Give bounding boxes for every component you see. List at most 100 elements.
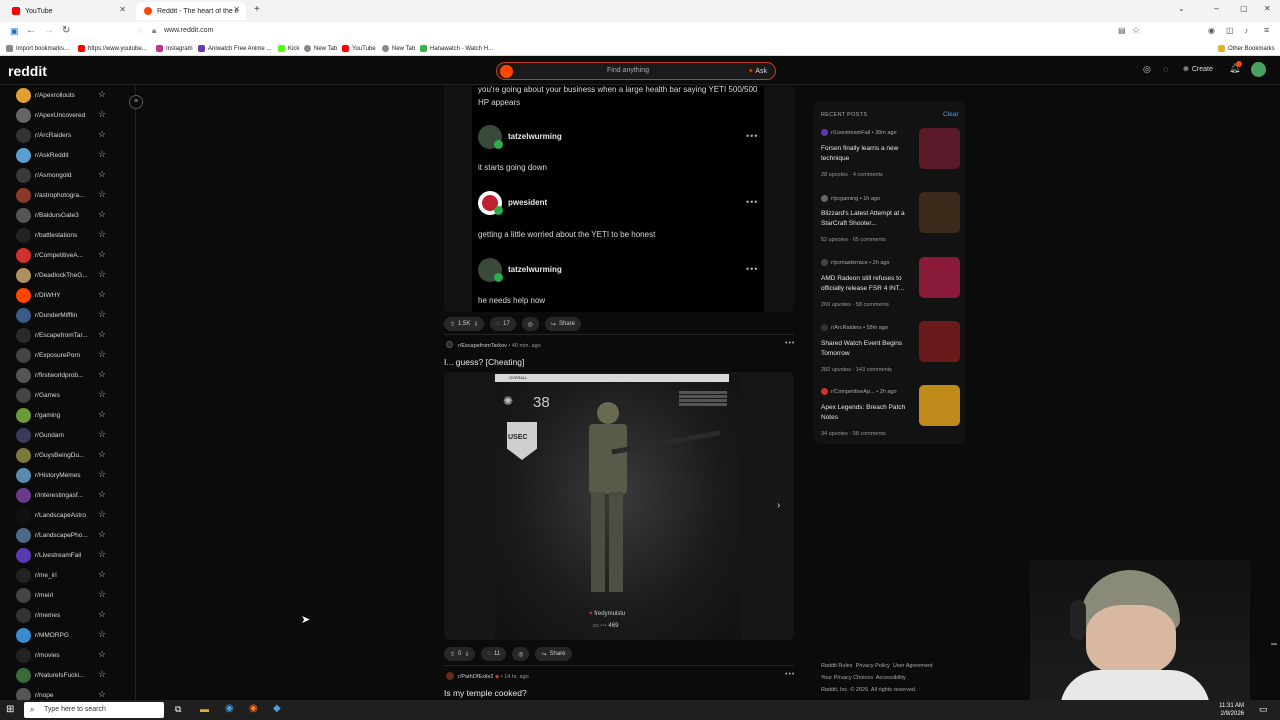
share-button[interactable]: ↪ Share (544, 317, 581, 331)
star-icon[interactable]: ☆ (98, 149, 106, 160)
recent-post-title[interactable]: Apex Legends: Breach Patch Notes (821, 403, 913, 422)
bookmark-item[interactable]: Instagram (156, 45, 193, 52)
recent-post-title[interactable]: Forsen finally learns a new technique (821, 144, 913, 163)
star-icon[interactable]: ☆ (98, 329, 106, 340)
sidebar-item-askreddit[interactable]: r/AskReddit ☆ (16, 146, 128, 164)
windows-start-icon[interactable]: ⊞ (6, 704, 14, 715)
create-button[interactable]: ⊕ Create (1183, 65, 1213, 74)
more-icon[interactable]: ••• (785, 671, 795, 678)
recent-post-title[interactable]: Shared Watch Event Begins Tomorrow (821, 339, 913, 358)
sidebar-item-diwhy[interactable]: r/DIWHY ☆ (16, 286, 128, 304)
upvote-icon[interactable]: ⇧ (450, 321, 455, 328)
app-icon[interactable]: ◆ (273, 703, 281, 714)
reddit-logo[interactable]: reddit (8, 63, 47, 79)
footer-link[interactable]: Your Privacy Choices (821, 675, 873, 681)
star-icon[interactable]: ☆ (98, 109, 106, 120)
sidebar-item-memes[interactable]: r/memes ☆ (16, 606, 128, 624)
scrollbar-thumb[interactable]: ▬ (1271, 641, 1279, 649)
award-button[interactable]: ◎ (512, 647, 530, 661)
star-icon[interactable]: ☆ (98, 529, 106, 540)
tab-youtube[interactable]: YouTube ✕ (4, 2, 132, 20)
sidebar-item-arcraiders[interactable]: r/ArcRaiders ☆ (16, 126, 128, 144)
sidebar-item-dundermifflin[interactable]: r/DunderMifflin ☆ (16, 306, 128, 324)
close-window-icon[interactable]: ✕ (1264, 4, 1271, 13)
tab-list-icon[interactable]: ⌄ (1178, 4, 1185, 13)
recent-post-thumbnail[interactable] (919, 257, 960, 298)
sidebar-item-deadlock[interactable]: r/DeadlockTheG... ☆ (16, 266, 128, 284)
star-icon[interactable]: ☆ (98, 649, 106, 660)
star-icon[interactable]: ☆ (98, 449, 106, 460)
bookmark-item[interactable]: New Tab (382, 45, 415, 52)
footer-link[interactable]: Reddit Rules (821, 663, 853, 669)
sidebar-item-nope[interactable]: r/nope ☆ (16, 686, 128, 700)
star-icon[interactable]: ☆ (98, 689, 106, 700)
search-input[interactable]: Find anything ✦ Ask (496, 62, 776, 80)
bookmark-item[interactable]: Kick (278, 45, 299, 52)
star-icon[interactable]: ☆ (98, 289, 106, 300)
file-explorer-icon[interactable]: ▬ (200, 704, 209, 714)
footer-link[interactable]: Privacy Policy (856, 663, 890, 669)
collapse-sidebar-button[interactable]: ≡ (129, 95, 143, 109)
sidebar-item-guysbeingdudes[interactable]: r/GuysBeingDu... ☆ (16, 446, 128, 464)
post-image[interactable]: you're going about your business when a … (444, 85, 794, 312)
sidebar-item-competitiveapex[interactable]: r/CompetitiveA... ☆ (16, 246, 128, 264)
bookmark-item[interactable]: YouTube (342, 45, 376, 52)
sidebar-item-historymemes[interactable]: r/HistoryMemes ☆ (16, 466, 128, 484)
sidebar-toggle-icon[interactable]: ▣ (10, 26, 19, 37)
star-icon[interactable]: ☆ (98, 249, 106, 260)
star-icon[interactable]: ☆ (98, 349, 106, 360)
star-icon[interactable]: ☆ (98, 89, 106, 100)
star-icon[interactable]: ☆ (98, 589, 106, 600)
post-subreddit[interactable]: r/PathOfExile2 (458, 674, 493, 680)
bookmark-item[interactable]: New Tab (304, 45, 337, 52)
sidebar-item-astrophotography[interactable]: r/astrophotogra... ☆ (16, 186, 128, 204)
footer-link[interactable]: User Agreement (893, 663, 933, 669)
shield-icon[interactable]: ◌ (138, 26, 143, 35)
bookmark-item[interactable]: https://www.youtube... (78, 45, 147, 52)
maximize-icon[interactable]: ▢ (1240, 4, 1248, 13)
sidebar-item-landscapeastro[interactable]: r/LandscapeAstro ☆ (16, 506, 128, 524)
recent-post-thumbnail[interactable] (919, 385, 960, 426)
pocket-icon[interactable]: ◉ (1208, 26, 1215, 35)
star-icon[interactable]: ☆ (98, 169, 106, 180)
sidebar-item-livestreamfail[interactable]: r/LivestreamFail ☆ (16, 546, 128, 564)
sidebar-item-interestingasfuck[interactable]: r/interestingasf... ☆ (16, 486, 128, 504)
star-icon[interactable]: ☆ (98, 669, 106, 680)
sidebar-item-games[interactable]: r/Games ☆ (16, 386, 128, 404)
sidebar-item-escapefromtarkov[interactable]: r/EscapefromTar... ☆ (16, 326, 128, 344)
sidebar-item-asmongold[interactable]: r/Asmongold ☆ (16, 166, 128, 184)
star-icon[interactable]: ☆ (98, 389, 106, 400)
sidebar-item-movies[interactable]: r/movies ☆ (16, 646, 128, 664)
star-icon[interactable]: ☆ (98, 609, 106, 620)
recent-post-thumbnail[interactable] (919, 321, 960, 362)
sidebar-item-meirl[interactable]: r/meirl ☆ (16, 586, 128, 604)
chrome-icon[interactable]: ◉ (225, 703, 234, 714)
post-subreddit[interactable]: r/EscapefromTarkov (458, 343, 507, 349)
star-icon[interactable]: ☆ (98, 129, 106, 140)
star-icon[interactable]: ☆ (98, 469, 106, 480)
comments-button[interactable]: ◌ 17 (490, 317, 516, 331)
star-icon[interactable]: ☆ (98, 229, 106, 240)
lock-icon[interactable]: 🔒︎ (152, 26, 156, 36)
star-icon[interactable]: ☆ (98, 189, 106, 200)
downvote-icon[interactable]: ⇩ (464, 651, 469, 658)
sidebar-item-battlestations[interactable]: r/battlestations ☆ (16, 226, 128, 244)
new-tab-button[interactable]: + (254, 4, 260, 15)
recent-post-thumbnail[interactable] (919, 192, 960, 233)
sidebar-item-baldursgate3[interactable]: r/BaldursGate3 ☆ (16, 206, 128, 224)
downvote-icon[interactable]: ⇩ (473, 321, 478, 328)
star-icon[interactable]: ☆ (98, 369, 106, 380)
star-icon[interactable]: ☆ (98, 629, 106, 640)
vote-control[interactable]: ⇧ 0 ⇩ (444, 647, 476, 661)
sidebar-item-apexrollouts[interactable]: r/Apexrollouts ☆ (16, 86, 128, 104)
menu-icon[interactable]: ≡ (1264, 25, 1269, 35)
notifications-icon[interactable]: ▭ (1259, 704, 1268, 715)
sidebar-item-natureisfuckinglit[interactable]: r/NatureIsFucki... ☆ (16, 666, 128, 684)
task-view-icon[interactable]: ⧉ (175, 704, 181, 715)
vote-control[interactable]: ⇧ 1.5K ⇩ (444, 317, 485, 331)
recent-post-thumbnail[interactable] (919, 128, 960, 169)
star-icon[interactable]: ☆ (98, 269, 106, 280)
audio-icon[interactable]: ♪ (1244, 26, 1248, 35)
clock[interactable]: 11:31 AM 2/9/2026 (1219, 702, 1244, 718)
forward-icon[interactable]: → (44, 25, 54, 36)
